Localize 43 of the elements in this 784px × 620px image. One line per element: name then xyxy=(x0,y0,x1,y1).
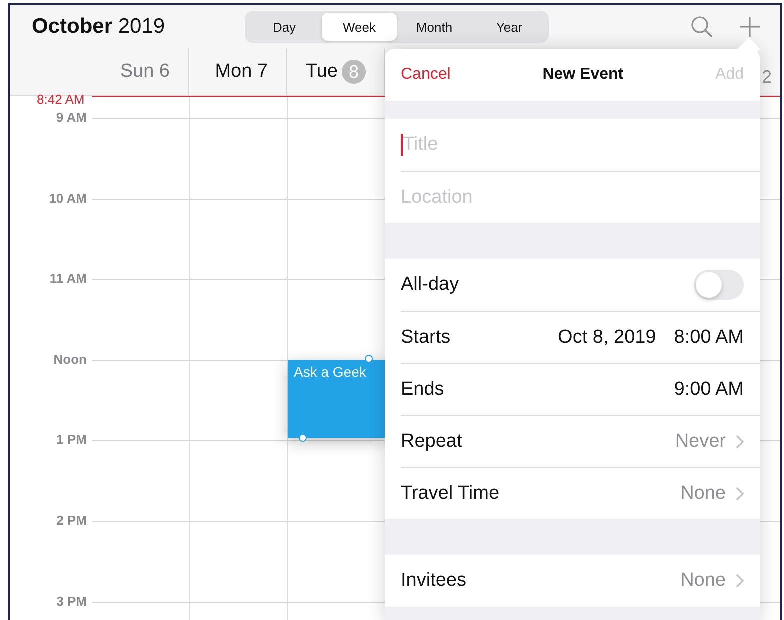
hour-label: Noon xyxy=(54,352,87,367)
hour-label: 3 PM xyxy=(56,594,87,609)
view-tab[interactable]: Year xyxy=(472,13,547,41)
hour-label: 1 PM xyxy=(56,432,87,448)
day-label: 2 xyxy=(762,67,772,88)
row-label: Starts xyxy=(401,326,451,348)
chevron-icon[interactable] xyxy=(736,486,744,500)
chevron-icon[interactable] xyxy=(736,574,744,588)
popover-title: New Event xyxy=(542,66,624,84)
row-label: All-day xyxy=(401,274,460,296)
event-title: Ask a Geek xyxy=(294,364,366,380)
input-field[interactable]: Title xyxy=(403,134,703,156)
row-value[interactable]: 9:00 AM xyxy=(674,378,744,400)
hour-label: 11 AM xyxy=(50,271,87,286)
day-label: Tue xyxy=(306,61,338,83)
row-label: Invitees xyxy=(401,570,466,592)
day-label: Mon 7 xyxy=(215,61,268,83)
month-title: October 2019 xyxy=(32,15,166,39)
row-label: Travel Time xyxy=(401,482,500,504)
row-value[interactable]: Oct 8, 2019 xyxy=(558,326,656,348)
row-value: Never xyxy=(675,430,726,452)
view-tab[interactable]: Day xyxy=(247,13,322,41)
day-label: Sun 6 xyxy=(120,61,170,83)
cancel-button[interactable]: Cancel xyxy=(401,66,451,84)
drag-handle[interactable] xyxy=(299,434,307,442)
chevron-icon[interactable] xyxy=(736,434,744,448)
current-time-label: 8:42 AM xyxy=(37,92,85,107)
hour-label: 10 AM xyxy=(49,190,87,206)
date-badge: 8 xyxy=(342,60,366,84)
row-label: Ends xyxy=(401,378,444,400)
drag-handle[interactable] xyxy=(365,355,373,363)
hour-label: 9 AM xyxy=(56,110,87,125)
row-value: None xyxy=(680,570,726,592)
hour-label: 2 PM xyxy=(56,512,87,528)
row-label: Repeat xyxy=(401,430,462,452)
row-value[interactable]: 8:00 AM xyxy=(674,326,744,348)
search-icon[interactable] xyxy=(691,16,713,38)
row-value: None xyxy=(680,482,726,504)
toggle-switch[interactable] xyxy=(694,270,744,300)
add-icon[interactable] xyxy=(740,17,760,37)
view-tab[interactable]: Month xyxy=(397,13,472,41)
input-field[interactable]: Location xyxy=(401,186,701,208)
view-tab[interactable]: Week xyxy=(322,13,397,41)
